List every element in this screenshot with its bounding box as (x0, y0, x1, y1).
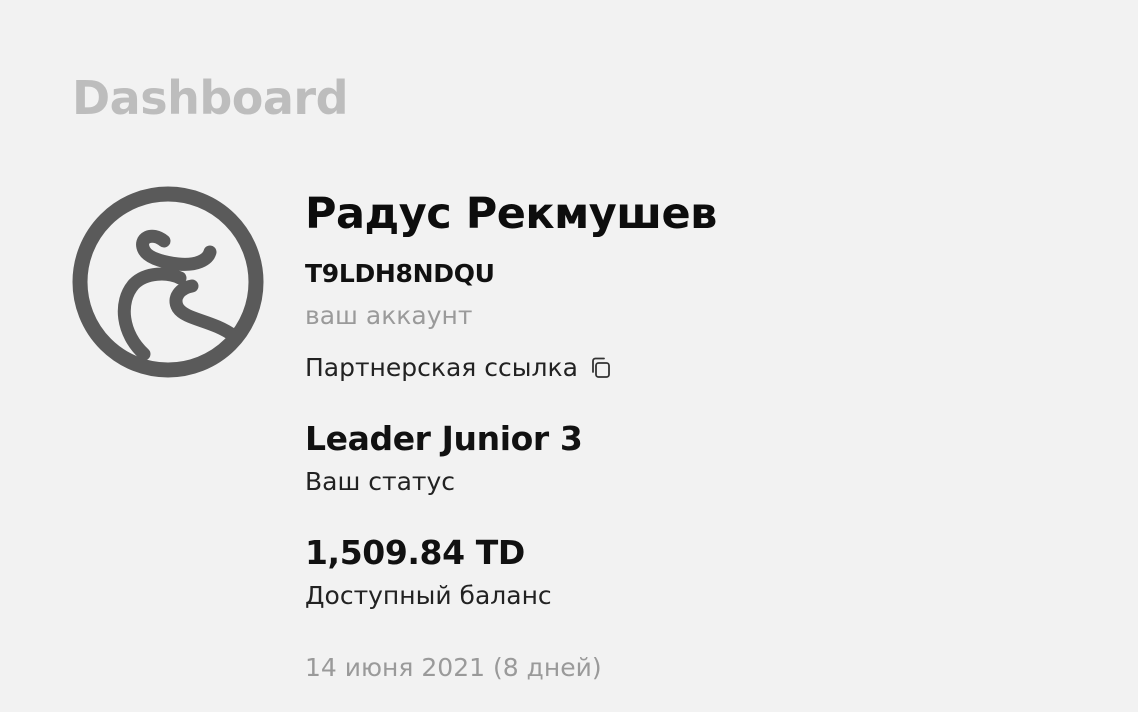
account-id: T9LDH8NDQU (305, 259, 495, 288)
status-caption: Ваш статус (305, 467, 456, 496)
bull-logo-icon (72, 186, 264, 378)
balance-caption: Доступный баланс (305, 581, 552, 610)
avatar (72, 186, 264, 378)
balance-value: 1,509.84 TD (305, 533, 525, 572)
user-name: Радус Рекмушев (305, 189, 717, 239)
partner-link[interactable]: Партнерская ссылка (305, 352, 614, 384)
account-caption: ваш аккаунт (305, 301, 473, 330)
partner-link-label: Партнерская ссылка (305, 353, 578, 382)
status-value: Leader Junior 3 (305, 419, 583, 458)
registration-date: 14 июня 2021 (8 дней) (305, 653, 602, 682)
copy-icon[interactable] (588, 355, 614, 381)
page-title: Dashboard (72, 71, 349, 125)
